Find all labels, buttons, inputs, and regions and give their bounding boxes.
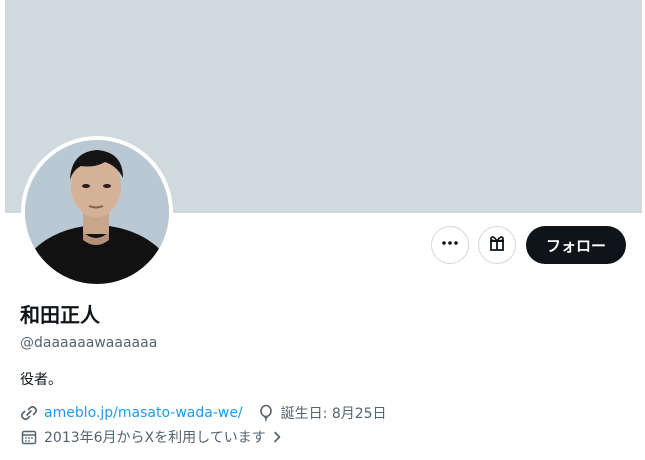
follow-button[interactable]: フォロー — [526, 226, 626, 264]
avatar-photo — [25, 140, 169, 284]
display-name: 和田正人 — [20, 303, 100, 327]
more-icon — [441, 234, 459, 256]
balloon-icon — [257, 404, 275, 422]
profile-page: フォロー 和田正人 @daaaaaawaaaaaa 役者。 ameblo.jp/… — [0, 0, 645, 460]
birthday-text: 誕生日: 8月25日 — [280, 406, 387, 422]
gift-icon — [487, 233, 507, 257]
more-button[interactable] — [431, 226, 469, 264]
handle: @daaaaaawaaaaaa — [20, 335, 158, 351]
link-icon — [20, 404, 38, 422]
profile-meta-row-1: ameblo.jp/masato-wada-we/ 誕生日: 8月25日 — [20, 403, 387, 423]
joined-text[interactable]: 2013年6月からXを利用しています — [44, 427, 266, 447]
avatar[interactable] — [21, 136, 173, 288]
profile-meta-row-2[interactable]: 2013年6月からXを利用しています — [20, 427, 284, 447]
website-link[interactable]: ameblo.jp/masato-wada-we/ — [44, 405, 243, 421]
calendar-icon — [20, 428, 38, 446]
bio: 役者。 — [20, 372, 62, 388]
gift-button[interactable] — [478, 226, 516, 264]
chevron-right-icon[interactable] — [270, 430, 284, 444]
